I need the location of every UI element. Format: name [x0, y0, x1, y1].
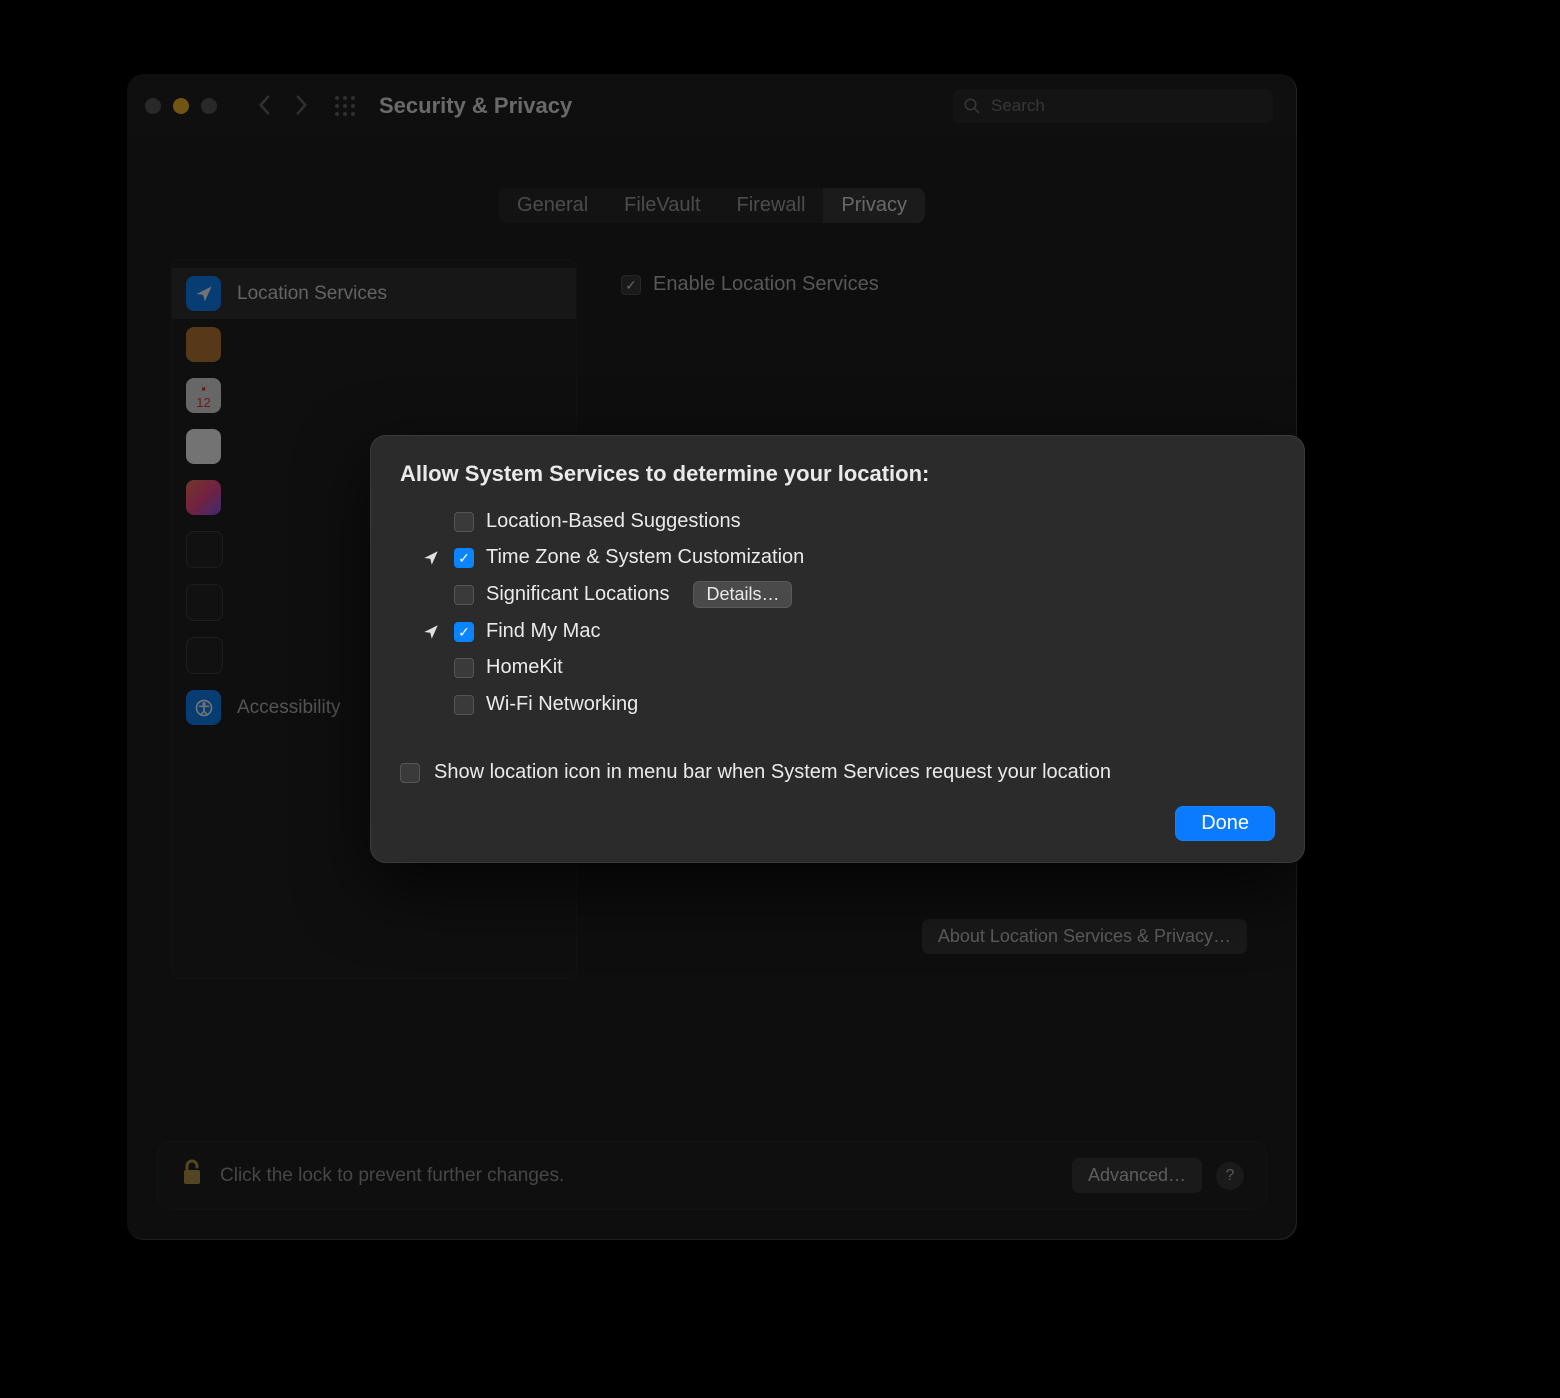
modal-title: Allow System Services to determine your … — [400, 461, 1275, 487]
checkbox-time-zone[interactable] — [454, 548, 474, 568]
modal-list: ◀ Location-Based Suggestions Time Zone &… — [400, 503, 1275, 723]
tab-strip: General FileVault Firewall Privacy — [171, 188, 1253, 223]
item-label: HomeKit — [486, 656, 563, 679]
contacts-icon — [186, 327, 221, 362]
toolbar-nav — [257, 91, 309, 122]
advanced-button[interactable]: Advanced… — [1072, 1158, 1202, 1193]
lock-icon[interactable] — [180, 1158, 204, 1193]
tab-general[interactable]: General — [499, 188, 606, 223]
list-item: ◀ Significant Locations Details… — [400, 575, 1275, 614]
list-item: ◀ HomeKit — [400, 649, 1275, 686]
window-title: Security & Privacy — [379, 93, 572, 119]
sidebar-item-calendars[interactable]: ▪12 — [172, 370, 576, 421]
checkbox-find-my-mac[interactable] — [454, 622, 474, 642]
footer-bar: Click the lock to prevent further change… — [157, 1141, 1267, 1210]
sidebar-item-label: Location Services — [237, 283, 387, 305]
calendar-icon: ▪12 — [186, 378, 221, 413]
checkbox-homekit[interactable] — [454, 658, 474, 678]
item-label: Time Zone & System Customization — [486, 546, 804, 569]
item-label: Wi-Fi Networking — [486, 693, 638, 716]
item-label: Find My Mac — [486, 620, 600, 643]
help-button[interactable]: ? — [1216, 1162, 1244, 1190]
list-item: Time Zone & System Customization — [400, 540, 1275, 575]
checkbox-wifi-networking[interactable] — [454, 695, 474, 715]
location-indicator-icon — [420, 549, 442, 567]
enable-location-label: Enable Location Services — [653, 273, 879, 296]
checkbox-significant-locations[interactable] — [454, 585, 474, 605]
list-item: Find My Mac — [400, 614, 1275, 649]
item-label: Significant Locations — [486, 583, 669, 606]
camera-icon — [186, 531, 223, 568]
about-location-privacy-button[interactable]: About Location Services & Privacy… — [922, 919, 1247, 954]
back-button[interactable] — [257, 91, 271, 122]
window-close-button[interactable] — [145, 98, 161, 114]
show-all-button[interactable] — [333, 94, 357, 118]
forward-button[interactable] — [295, 91, 309, 122]
accessibility-icon — [186, 690, 221, 725]
details-button[interactable]: Details… — [693, 581, 792, 608]
search-input[interactable] — [989, 95, 1263, 117]
system-services-modal: Allow System Services to determine your … — [370, 435, 1305, 863]
window-minimize-button[interactable] — [173, 98, 189, 114]
tab-filevault[interactable]: FileVault — [606, 188, 718, 223]
sidebar-item-label: Accessibility — [237, 697, 340, 719]
footer-text: Click the lock to prevent further change… — [220, 1165, 564, 1187]
checkbox-show-menubar-icon[interactable] — [400, 763, 420, 783]
checkbox-location-based-suggestions[interactable] — [454, 512, 474, 532]
list-item: ◀ Wi-Fi Networking — [400, 686, 1275, 723]
location-indicator-icon — [420, 623, 442, 641]
tab-firewall[interactable]: Firewall — [719, 188, 824, 223]
done-button[interactable]: Done — [1175, 806, 1275, 841]
microphone-icon — [186, 584, 223, 621]
window-zoom-button[interactable] — [201, 98, 217, 114]
menubar-option-label: Show location icon in menu bar when Syst… — [434, 761, 1111, 784]
traffic-lights — [145, 98, 217, 114]
photos-icon — [186, 480, 221, 515]
reminders-icon — [186, 429, 221, 464]
search-box[interactable] — [953, 89, 1273, 123]
sidebar-item-contacts[interactable] — [172, 319, 576, 370]
item-label: Location-Based Suggestions — [486, 510, 741, 533]
tab-privacy[interactable]: Privacy — [823, 188, 925, 223]
location-icon — [186, 276, 221, 311]
sidebar-item-location-services[interactable]: Location Services — [172, 268, 576, 319]
menubar-option-row: Show location icon in menu bar when Syst… — [400, 761, 1275, 784]
speech-icon — [186, 637, 223, 674]
enable-location-checkbox[interactable] — [621, 275, 641, 295]
list-item: ◀ Location-Based Suggestions — [400, 503, 1275, 540]
window-titlebar: Security & Privacy — [127, 74, 1297, 138]
search-icon — [963, 97, 981, 115]
